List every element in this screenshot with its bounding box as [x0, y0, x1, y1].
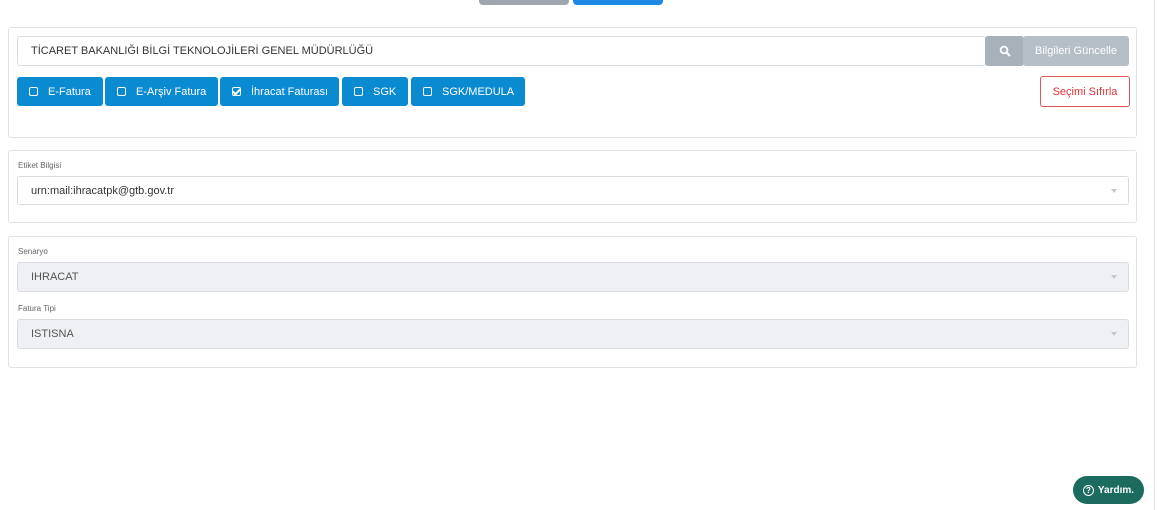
option-label: E-Arşiv Fatura [136, 85, 207, 98]
option-sgk[interactable]: SGK [342, 77, 408, 106]
option-sgk-medula[interactable]: SGK/MEDULA [411, 77, 525, 106]
company-panel: TİCARET BAKANLIĞI BİLGİ TEKNOLOJİLERİ GE… [8, 27, 1137, 138]
update-info-button[interactable]: Bilgileri Güncelle [1023, 36, 1129, 66]
checkbox-icon [29, 87, 38, 96]
reset-selection-button[interactable]: Seçimi Sıfırla [1040, 76, 1130, 107]
tag-value: urn:mail:ihracatpk@gtb.gov.tr [31, 184, 175, 197]
checkbox-icon [117, 87, 126, 96]
scenario-value: IHRACAT [31, 271, 79, 283]
option-ihracat-faturasi[interactable]: İhracat Faturası [220, 77, 339, 106]
help-icon: ? [1082, 484, 1094, 496]
company-name-value: TİCARET BAKANLIĞI BİLGİ TEKNOLOJİLERİ GE… [31, 45, 374, 57]
option-label: SGK [373, 85, 397, 98]
scenario-panel: Senaryo IHRACAT Fatura Tipi ISTISNA [8, 236, 1137, 368]
option-e-fatura[interactable]: E-Fatura [17, 77, 103, 106]
top-action-button[interactable] [479, 0, 569, 5]
checkbox-icon [354, 87, 363, 96]
help-button[interactable]: ? Yardım. [1073, 476, 1144, 504]
option-label: İhracat Faturası [251, 85, 329, 98]
help-label: Yardım. [1097, 484, 1135, 496]
checkbox-checked-icon [232, 87, 241, 96]
chevron-down-icon [1111, 332, 1117, 336]
invoice-type-label: Fatura Tipi [18, 304, 56, 313]
invoice-type-select[interactable]: ISTISNA [17, 319, 1129, 349]
invoice-type-value: ISTISNA [31, 328, 74, 340]
tag-select[interactable]: urn:mail:ihracatpk@gtb.gov.tr [17, 176, 1129, 205]
company-name-field[interactable]: TİCARET BAKANLIĞI BİLGİ TEKNOLOJİLERİ GE… [17, 36, 986, 66]
option-label: E-Fatura [48, 85, 91, 98]
tag-panel: Etiket Bilgisi urn:mail:ihracatpk@gtb.go… [8, 150, 1137, 223]
option-label: SGK/MEDULA [442, 85, 515, 98]
chevron-down-icon [1111, 188, 1117, 193]
option-e-arsiv-fatura[interactable]: E-Arşiv Fatura [105, 77, 218, 106]
search-icon [999, 45, 1011, 57]
checkbox-icon [423, 87, 432, 96]
scenario-label: Senaryo [18, 247, 48, 256]
chevron-down-icon [1111, 275, 1117, 279]
tag-label: Etiket Bilgisi [18, 161, 62, 170]
top-primary-button[interactable] [573, 0, 663, 5]
search-button[interactable] [985, 36, 1024, 66]
scenario-select[interactable]: IHRACAT [17, 262, 1129, 292]
scrollbar-track [1154, 0, 1155, 510]
